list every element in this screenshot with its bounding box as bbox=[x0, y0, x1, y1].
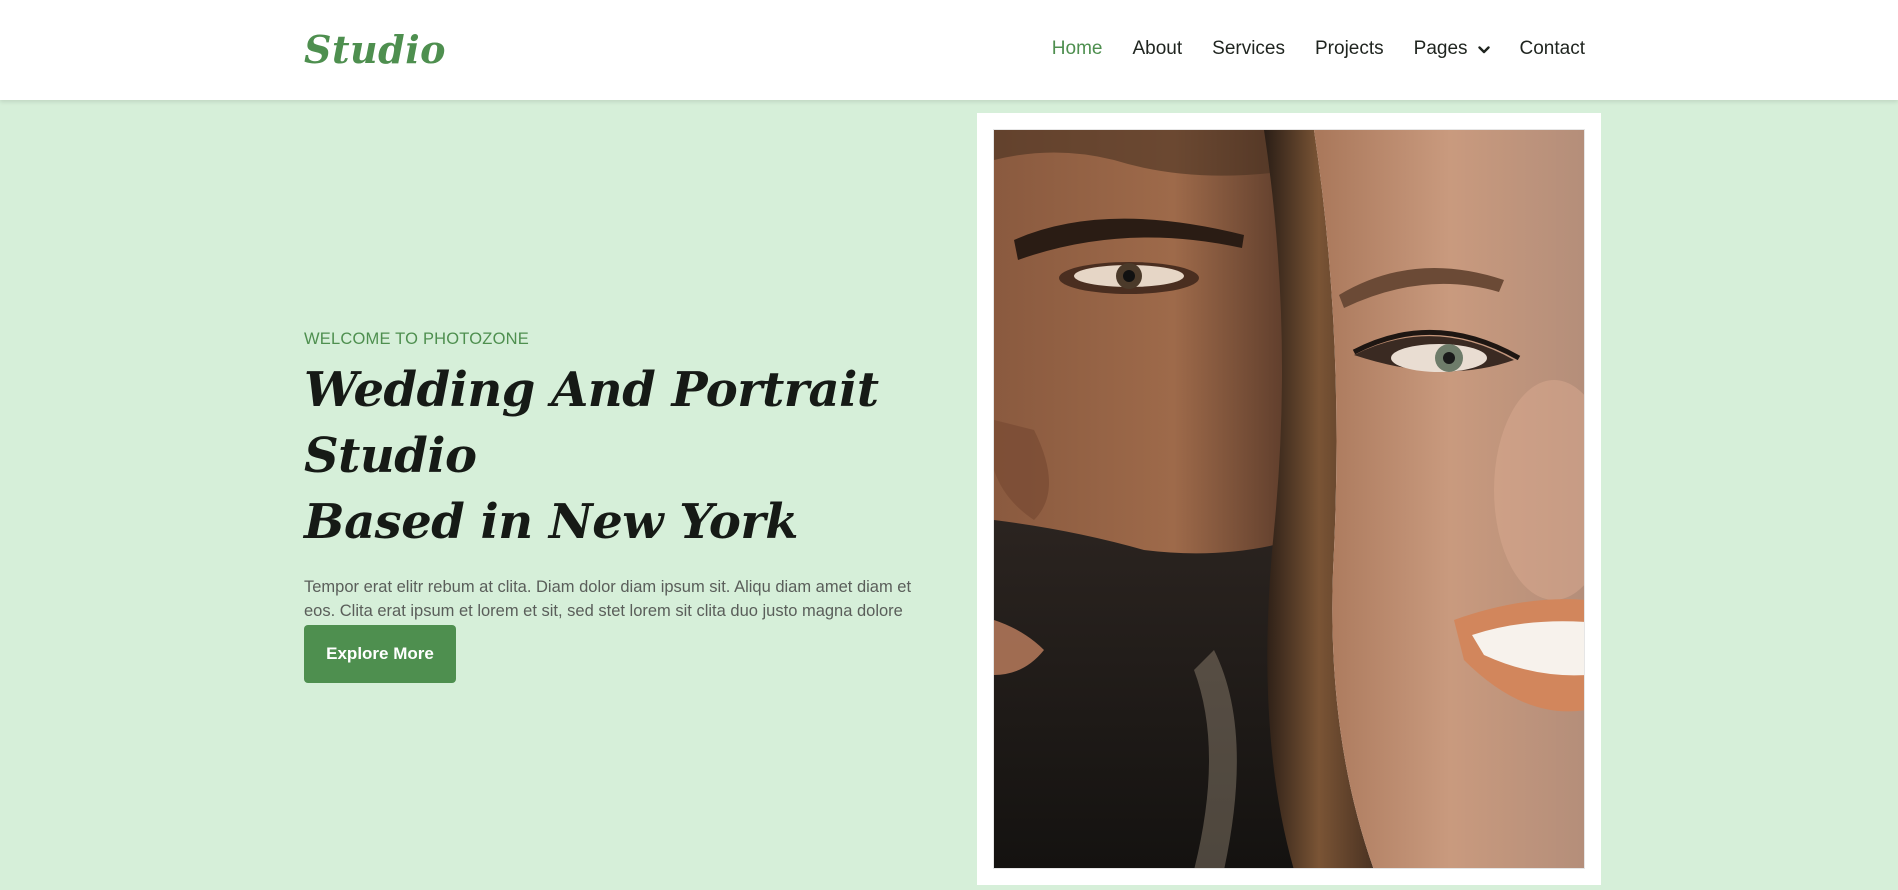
hero-photo bbox=[993, 129, 1585, 869]
nav-item-home[interactable]: Home bbox=[1052, 36, 1103, 62]
hero-photo-frame bbox=[977, 113, 1601, 885]
brand-logo[interactable]: Studio bbox=[304, 20, 446, 80]
explore-more-button[interactable]: Explore More bbox=[304, 625, 456, 683]
nav-item-pages[interactable]: Pages bbox=[1414, 36, 1490, 62]
hero-headline-line2: Based in New York bbox=[304, 494, 798, 550]
nav-menu: Home About Services Projects Pages Conta… bbox=[1022, 36, 1585, 62]
nav-item-contact[interactable]: Contact bbox=[1520, 36, 1585, 62]
couple-portrait-image bbox=[994, 130, 1584, 868]
nav-item-about[interactable]: About bbox=[1132, 36, 1182, 62]
nav-item-projects[interactable]: Projects bbox=[1315, 36, 1384, 62]
nav-item-services[interactable]: Services bbox=[1212, 36, 1285, 62]
chevron-down-icon bbox=[1477, 46, 1490, 54]
hero-content: WELCOME TO PHOTOZONE Wedding And Portrai… bbox=[304, 330, 944, 683]
hero-headline: Wedding And Portrait Studio Based in New… bbox=[304, 357, 944, 555]
nav-item-pages-label: Pages bbox=[1413, 38, 1468, 59]
navbar: Studio Home About Services Projects Page… bbox=[0, 0, 1898, 100]
hero-eyebrow: WELCOME TO PHOTOZONE bbox=[304, 330, 529, 348]
hero-headline-line1: Wedding And Portrait Studio bbox=[304, 362, 879, 484]
